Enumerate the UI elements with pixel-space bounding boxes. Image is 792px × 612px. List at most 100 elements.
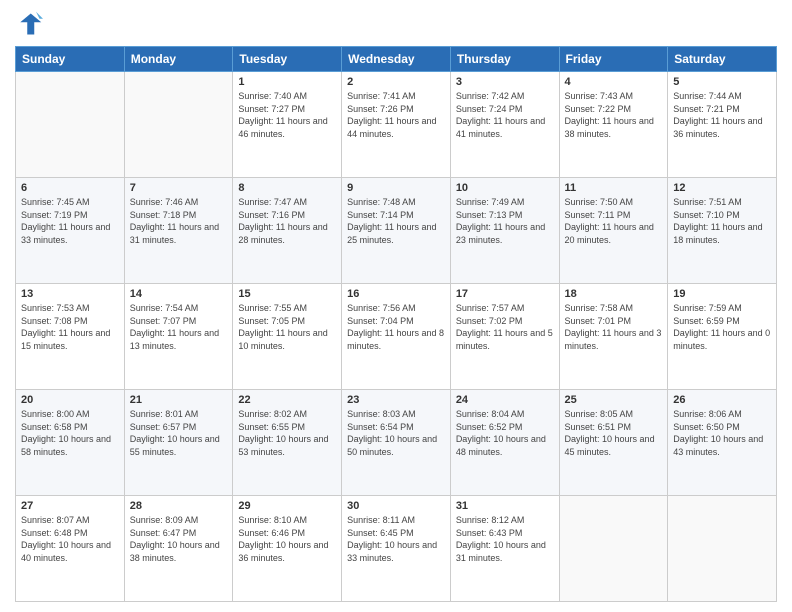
day-number: 9 <box>347 182 445 194</box>
day-number: 20 <box>21 394 119 406</box>
day-number: 18 <box>565 288 663 300</box>
day-info: Sunrise: 8:04 AM Sunset: 6:52 PM Dayligh… <box>456 408 554 458</box>
calendar-cell <box>559 496 668 602</box>
logo-icon <box>15 10 43 38</box>
calendar-cell: 8 Sunrise: 7:47 AM Sunset: 7:16 PM Daylig… <box>233 178 342 284</box>
day-number: 29 <box>238 500 336 512</box>
day-info: Sunrise: 7:45 AM Sunset: 7:19 PM Dayligh… <box>21 196 119 246</box>
day-number: 1 <box>238 76 336 88</box>
day-number: 27 <box>21 500 119 512</box>
page: SundayMondayTuesdayWednesdayThursdayFrid… <box>0 0 792 612</box>
calendar-cell: 3 Sunrise: 7:42 AM Sunset: 7:24 PM Daylig… <box>450 72 559 178</box>
day-info: Sunrise: 7:59 AM Sunset: 6:59 PM Dayligh… <box>673 302 771 352</box>
week-row-3: 13 Sunrise: 7:53 AM Sunset: 7:08 PM Dayli… <box>16 284 777 390</box>
day-number: 5 <box>673 76 771 88</box>
week-row-5: 27Sunrise: 8:07 AM Sunset: 6:48 PM Dayli… <box>16 496 777 602</box>
weekday-header-monday: Monday <box>124 47 233 72</box>
day-number: 22 <box>238 394 336 406</box>
day-number: 13 <box>21 288 119 300</box>
day-number: 10 <box>456 182 554 194</box>
day-info: Sunrise: 8:11 AM Sunset: 6:45 PM Dayligh… <box>347 514 445 564</box>
day-info: Sunrise: 7:43 AM Sunset: 7:22 PM Dayligh… <box>565 90 663 140</box>
calendar-cell: 5 Sunrise: 7:44 AM Sunset: 7:21 PM Daylig… <box>668 72 777 178</box>
day-info: Sunrise: 8:05 AM Sunset: 6:51 PM Dayligh… <box>565 408 663 458</box>
day-number: 16 <box>347 288 445 300</box>
day-info: Sunrise: 8:01 AM Sunset: 6:57 PM Dayligh… <box>130 408 228 458</box>
calendar: SundayMondayTuesdayWednesdayThursdayFrid… <box>15 46 777 602</box>
week-row-4: 20 Sunrise: 8:00 AM Sunset: 6:58 PM Dayli… <box>16 390 777 496</box>
calendar-cell: 31 Sunrise: 8:12 AM Sunset: 6:43 PM Dayli… <box>450 496 559 602</box>
calendar-cell: 12Sunrise: 7:51 AM Sunset: 7:10 PM Dayli… <box>668 178 777 284</box>
day-info: Sunrise: 8:12 AM Sunset: 6:43 PM Dayligh… <box>456 514 554 564</box>
day-info: Sunrise: 7:55 AM Sunset: 7:05 PM Dayligh… <box>238 302 336 352</box>
calendar-cell: 2 Sunrise: 7:41 AM Sunset: 7:26 PM Daylig… <box>342 72 451 178</box>
calendar-cell: 21 Sunrise: 8:01 AM Sunset: 6:57 PM Dayli… <box>124 390 233 496</box>
weekday-header-row: SundayMondayTuesdayWednesdayThursdayFrid… <box>16 47 777 72</box>
day-info: Sunrise: 8:06 AM Sunset: 6:50 PM Dayligh… <box>673 408 771 458</box>
calendar-cell: 18 Sunrise: 7:58 AM Sunset: 7:01 PM Dayli… <box>559 284 668 390</box>
calendar-cell: 17Sunrise: 7:57 AM Sunset: 7:02 PM Dayli… <box>450 284 559 390</box>
calendar-cell: 11Sunrise: 7:50 AM Sunset: 7:11 PM Dayli… <box>559 178 668 284</box>
day-number: 11 <box>565 182 663 194</box>
day-number: 6 <box>21 182 119 194</box>
day-info: Sunrise: 7:44 AM Sunset: 7:21 PM Dayligh… <box>673 90 771 140</box>
day-number: 8 <box>238 182 336 194</box>
calendar-cell: 15 Sunrise: 7:55 AM Sunset: 7:05 PM Dayli… <box>233 284 342 390</box>
calendar-cell: 7 Sunrise: 7:46 AM Sunset: 7:18 PM Daylig… <box>124 178 233 284</box>
day-number: 19 <box>673 288 771 300</box>
day-info: Sunrise: 7:47 AM Sunset: 7:16 PM Dayligh… <box>238 196 336 246</box>
header <box>15 10 777 38</box>
day-info: Sunrise: 7:49 AM Sunset: 7:13 PM Dayligh… <box>456 196 554 246</box>
calendar-cell: 23 Sunrise: 8:03 AM Sunset: 6:54 PM Dayli… <box>342 390 451 496</box>
calendar-cell: 26 Sunrise: 8:06 AM Sunset: 6:50 PM Dayli… <box>668 390 777 496</box>
calendar-cell: 25 Sunrise: 8:05 AM Sunset: 6:51 PM Dayli… <box>559 390 668 496</box>
weekday-header-thursday: Thursday <box>450 47 559 72</box>
day-info: Sunrise: 7:46 AM Sunset: 7:18 PM Dayligh… <box>130 196 228 246</box>
day-number: 30 <box>347 500 445 512</box>
day-info: Sunrise: 7:41 AM Sunset: 7:26 PM Dayligh… <box>347 90 445 140</box>
calendar-cell: 6 Sunrise: 7:45 AM Sunset: 7:19 PM Daylig… <box>16 178 125 284</box>
calendar-cell: 27Sunrise: 8:07 AM Sunset: 6:48 PM Dayli… <box>16 496 125 602</box>
week-row-1: 1Sunrise: 7:40 AM Sunset: 7:27 PM Daylig… <box>16 72 777 178</box>
day-info: Sunrise: 8:10 AM Sunset: 6:46 PM Dayligh… <box>238 514 336 564</box>
day-number: 31 <box>456 500 554 512</box>
day-number: 3 <box>456 76 554 88</box>
day-number: 2 <box>347 76 445 88</box>
calendar-cell: 19 Sunrise: 7:59 AM Sunset: 6:59 PM Dayli… <box>668 284 777 390</box>
day-info: Sunrise: 8:09 AM Sunset: 6:47 PM Dayligh… <box>130 514 228 564</box>
week-row-2: 6 Sunrise: 7:45 AM Sunset: 7:19 PM Daylig… <box>16 178 777 284</box>
day-info: Sunrise: 7:54 AM Sunset: 7:07 PM Dayligh… <box>130 302 228 352</box>
day-number: 15 <box>238 288 336 300</box>
day-info: Sunrise: 7:53 AM Sunset: 7:08 PM Dayligh… <box>21 302 119 352</box>
day-info: Sunrise: 7:51 AM Sunset: 7:10 PM Dayligh… <box>673 196 771 246</box>
calendar-cell: 20 Sunrise: 8:00 AM Sunset: 6:58 PM Dayli… <box>16 390 125 496</box>
calendar-cell <box>16 72 125 178</box>
logo <box>15 10 47 38</box>
day-number: 28 <box>130 500 228 512</box>
day-number: 26 <box>673 394 771 406</box>
day-info: Sunrise: 7:58 AM Sunset: 7:01 PM Dayligh… <box>565 302 663 352</box>
calendar-cell: 14 Sunrise: 7:54 AM Sunset: 7:07 PM Dayli… <box>124 284 233 390</box>
day-info: Sunrise: 7:42 AM Sunset: 7:24 PM Dayligh… <box>456 90 554 140</box>
calendar-cell: 1Sunrise: 7:40 AM Sunset: 7:27 PM Daylig… <box>233 72 342 178</box>
calendar-cell: 13 Sunrise: 7:53 AM Sunset: 7:08 PM Dayli… <box>16 284 125 390</box>
calendar-cell: 29 Sunrise: 8:10 AM Sunset: 6:46 PM Dayli… <box>233 496 342 602</box>
calendar-cell: 30 Sunrise: 8:11 AM Sunset: 6:45 PM Dayli… <box>342 496 451 602</box>
weekday-header-friday: Friday <box>559 47 668 72</box>
day-number: 7 <box>130 182 228 194</box>
day-number: 23 <box>347 394 445 406</box>
day-info: Sunrise: 7:48 AM Sunset: 7:14 PM Dayligh… <box>347 196 445 246</box>
day-info: Sunrise: 8:02 AM Sunset: 6:55 PM Dayligh… <box>238 408 336 458</box>
day-number: 14 <box>130 288 228 300</box>
calendar-cell <box>668 496 777 602</box>
day-info: Sunrise: 8:03 AM Sunset: 6:54 PM Dayligh… <box>347 408 445 458</box>
calendar-cell: 28 Sunrise: 8:09 AM Sunset: 6:47 PM Dayli… <box>124 496 233 602</box>
day-info: Sunrise: 8:00 AM Sunset: 6:58 PM Dayligh… <box>21 408 119 458</box>
calendar-cell: 16Sunrise: 7:56 AM Sunset: 7:04 PM Dayli… <box>342 284 451 390</box>
day-number: 25 <box>565 394 663 406</box>
calendar-cell: 4Sunrise: 7:43 AM Sunset: 7:22 PM Daylig… <box>559 72 668 178</box>
day-number: 24 <box>456 394 554 406</box>
calendar-cell: 10 Sunrise: 7:49 AM Sunset: 7:13 PM Dayli… <box>450 178 559 284</box>
calendar-cell <box>124 72 233 178</box>
day-number: 21 <box>130 394 228 406</box>
